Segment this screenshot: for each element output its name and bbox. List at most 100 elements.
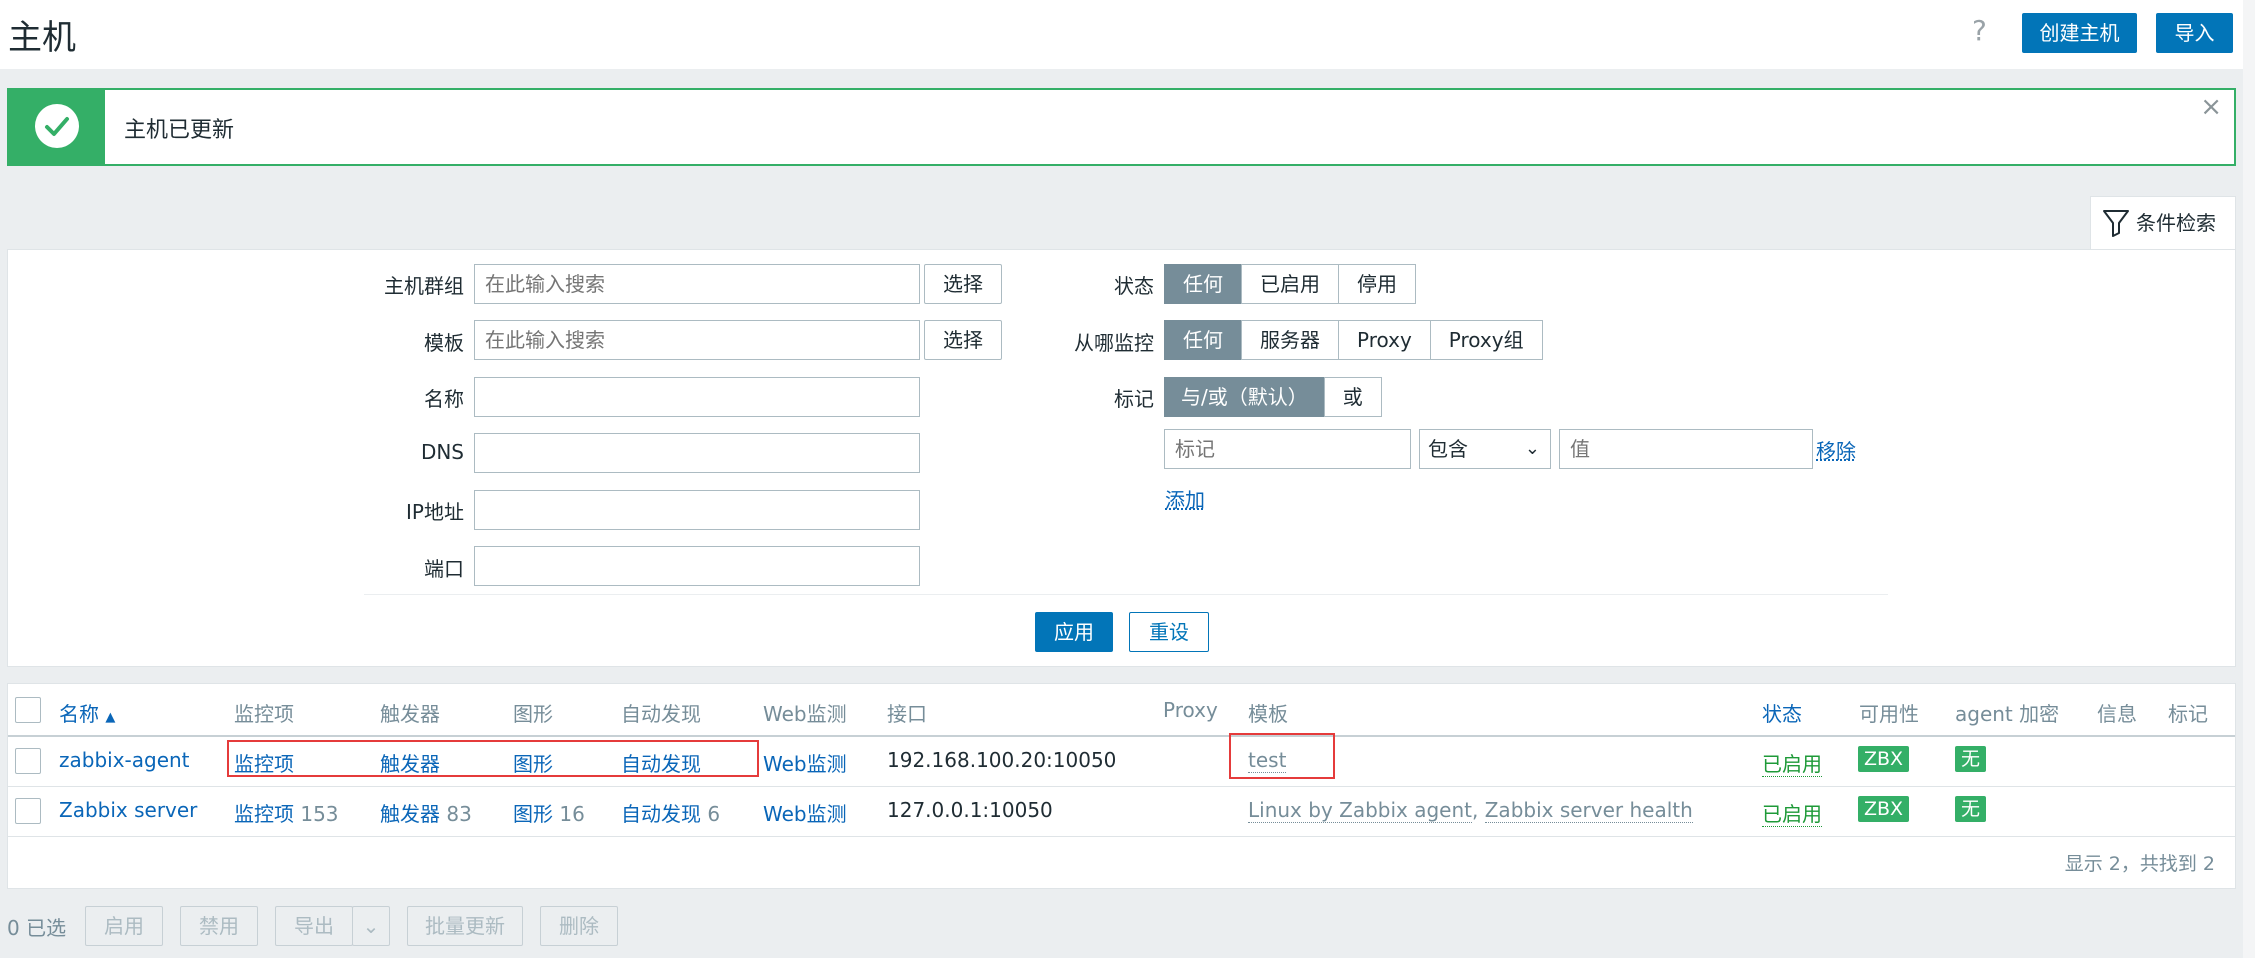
- host-name-link[interactable]: Zabbix server: [59, 798, 197, 822]
- tag-name-input[interactable]: [1164, 429, 1411, 469]
- triggers-link[interactable]: 触发器: [380, 802, 440, 826]
- template-link[interactable]: Linux by Zabbix agent: [1248, 798, 1473, 823]
- graphs-link[interactable]: 图形: [513, 802, 553, 826]
- reset-button[interactable]: 重设: [1129, 612, 1209, 652]
- tag-add-link[interactable]: 添加: [1165, 484, 1205, 513]
- discovery-link[interactable]: 自动发现: [621, 802, 701, 826]
- tags-label: 标记: [1114, 387, 1154, 411]
- delete-button[interactable]: 删除: [540, 906, 618, 946]
- monitored-any-option[interactable]: 任何: [1164, 320, 1242, 360]
- encryption-badge: 无: [1955, 796, 1987, 822]
- import-button[interactable]: 导入: [2156, 13, 2233, 53]
- status-enabled-option[interactable]: 已启用: [1241, 264, 1339, 304]
- zbx-availability-badge: ZBX: [1858, 796, 1910, 822]
- graphs-link[interactable]: 图形: [513, 752, 553, 776]
- hosts-table: 名称 ▲ 监控项 触发器 图形 自动发现 Web监测 接口 Proxy 模板 状…: [7, 683, 2236, 889]
- page-title: 主机: [8, 18, 76, 58]
- column-status[interactable]: 状态: [1762, 698, 1802, 727]
- page-header: 主机 ? 创建主机 导入: [0, 0, 2243, 69]
- mass-update-button[interactable]: 批量更新: [407, 906, 523, 946]
- filter-panel: 主机群组 选择 模板 选择 名称 DNS IP地址 端口 状态 任何 已启用 停…: [7, 249, 2236, 667]
- column-web: Web监测: [763, 702, 847, 726]
- sort-asc-icon: ▲: [105, 710, 116, 725]
- status-toggle[interactable]: 已启用: [1762, 752, 1822, 777]
- name-input[interactable]: [474, 377, 920, 417]
- discovery-count: 6: [707, 802, 721, 826]
- question-mark-icon[interactable]: ?: [1972, 14, 1987, 47]
- zbx-availability-badge: ZBX: [1858, 746, 1910, 772]
- host-groups-input[interactable]: [474, 264, 920, 304]
- status-disabled-option[interactable]: 停用: [1338, 264, 1416, 304]
- row-separator: [8, 786, 2235, 787]
- triggers-count: 83: [446, 802, 472, 826]
- port-label: 端口: [424, 557, 464, 581]
- funnel-icon: [2103, 210, 2129, 237]
- select-all-checkbox[interactable]: [15, 697, 41, 723]
- host-name-link[interactable]: zabbix-agent: [59, 748, 190, 772]
- results-count: 显示 2，共找到 2: [2064, 853, 2215, 875]
- discovery-link[interactable]: 自动发现: [621, 752, 701, 776]
- templates-input[interactable]: [474, 320, 920, 360]
- status-label: 状态: [1114, 274, 1154, 298]
- chevron-down-icon: ⌄: [362, 914, 380, 938]
- row-checkbox[interactable]: [15, 798, 41, 824]
- column-proxy: Proxy: [1163, 698, 1218, 722]
- close-icon[interactable]: ×: [2200, 92, 2222, 122]
- message-text: 主机已更新: [124, 118, 235, 143]
- column-interface: 接口: [887, 702, 927, 726]
- dns-input[interactable]: [474, 433, 920, 473]
- success-message: 主机已更新 ×: [7, 88, 2236, 166]
- tag-remove-link[interactable]: 移除: [1816, 435, 1856, 464]
- monitored-server-option[interactable]: 服务器: [1241, 320, 1339, 360]
- graphs-count: 16: [559, 802, 585, 826]
- template-link[interactable]: Zabbix server health: [1484, 798, 1693, 823]
- column-info: 信息: [2097, 702, 2137, 726]
- port-input[interactable]: [474, 546, 920, 586]
- interface-value: 192.168.100.20:10050: [887, 748, 1117, 772]
- selected-count: 0 已选: [7, 916, 67, 940]
- column-availability: 可用性: [1859, 702, 1919, 726]
- templates-select-button[interactable]: 选择: [924, 320, 1002, 360]
- apply-button[interactable]: 应用: [1035, 612, 1113, 652]
- ip-input[interactable]: [474, 490, 920, 530]
- scrollbar[interactable]: [2243, 0, 2255, 958]
- status-any-option[interactable]: 任何: [1164, 264, 1242, 304]
- items-link[interactable]: 监控项: [234, 802, 294, 826]
- items-count: 153: [300, 802, 339, 826]
- encryption-badge: 无: [1955, 746, 1987, 772]
- ip-label: IP地址: [406, 500, 464, 524]
- column-triggers: 触发器: [380, 702, 440, 726]
- monitored-proxy-option[interactable]: Proxy: [1338, 320, 1431, 360]
- monitored-by-segmented: 任何 服务器 Proxy Proxy组: [1164, 320, 1543, 360]
- tag-value-input[interactable]: [1559, 429, 1813, 469]
- create-host-button[interactable]: 创建主机: [2022, 13, 2137, 53]
- disable-button[interactable]: 禁用: [180, 906, 258, 946]
- column-tags: 标记: [2168, 702, 2208, 726]
- column-discovery: 自动发现: [621, 702, 701, 726]
- status-toggle[interactable]: 已启用: [1762, 802, 1822, 827]
- row-checkbox[interactable]: [15, 748, 41, 774]
- web-link[interactable]: Web监测: [763, 798, 847, 827]
- dns-label: DNS: [420, 440, 464, 464]
- column-templates: 模板: [1248, 702, 1288, 726]
- column-name[interactable]: 名称 ▲: [59, 698, 115, 727]
- tags-and-or-option[interactable]: 与/或（默认）: [1164, 377, 1325, 417]
- host-groups-label: 主机群组: [384, 274, 464, 298]
- tags-or-option[interactable]: 或: [1323, 377, 1382, 417]
- tag-operator-select[interactable]: 包含 ⌄: [1419, 429, 1551, 469]
- filter-tab[interactable]: 条件检索: [2090, 196, 2236, 250]
- export-button[interactable]: 导出: [275, 906, 353, 946]
- interface-value: 127.0.0.1:10050: [887, 798, 1053, 822]
- monitored-proxy-group-option[interactable]: Proxy组: [1429, 320, 1543, 360]
- filter-tab-label: 条件检索: [2136, 211, 2216, 235]
- filter-divider: [364, 594, 1888, 595]
- web-link[interactable]: Web监测: [763, 748, 847, 777]
- chevron-down-icon: ⌄: [1524, 438, 1540, 459]
- items-link[interactable]: 监控项: [234, 752, 294, 776]
- triggers-link[interactable]: 触发器: [380, 752, 440, 776]
- template-link[interactable]: test: [1248, 748, 1287, 773]
- export-dropdown-button[interactable]: ⌄: [352, 906, 390, 946]
- host-groups-select-button[interactable]: 选择: [924, 264, 1002, 304]
- enable-button[interactable]: 启用: [85, 906, 163, 946]
- check-circle-icon: [35, 104, 79, 148]
